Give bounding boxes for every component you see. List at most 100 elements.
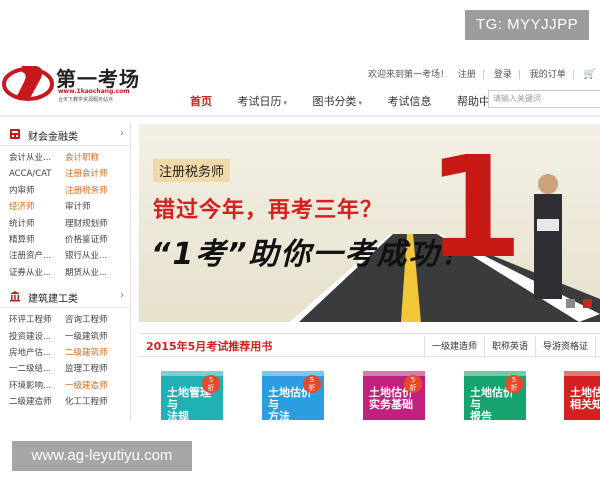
discount-badge: 5 折	[505, 375, 523, 393]
my-order-link[interactable]: 我的订单	[530, 67, 566, 80]
recommend-tab[interactable]: 一级建造师	[424, 336, 484, 358]
category-sidebar: 财会金融类 › 会计从业... 会计职称 ACCA/CAT 注册会计师 内审师 注册税务师 经济…	[0, 123, 131, 420]
category-header[interactable]: 财会金融类 ›	[0, 123, 130, 146]
main-nav: 首页 考试日历 ▾ 图书分类 ▾ 考试信息 帮助中心	[190, 93, 523, 109]
book-title: 土地估价 相关知	[570, 386, 600, 411]
logo-slogan: 合天下教学资源服务站点	[58, 97, 114, 103]
category-link[interactable]: 环境影响...	[9, 378, 51, 394]
category-link[interactable]: 监理工程师	[65, 361, 108, 377]
website-page: 第一考场 www.1kaochang.com 合天下教学资源服务站点 欢迎来到第…	[0, 55, 600, 420]
recommend-bar: 2015年5月考试推荐用书 一级建造师职称英语导游资格证注	[139, 333, 600, 358]
link-row: 精算师 价格鉴证师	[0, 232, 130, 248]
finance-icon	[10, 129, 20, 139]
category-link[interactable]: 经济师	[9, 199, 35, 215]
book-title: 土地管理 与 法规	[167, 386, 211, 421]
discount-badge: 5 折	[202, 375, 220, 393]
banner-headline: 错过今年，再考三年？	[153, 198, 384, 223]
recommend-tab[interactable]: 导游资格证	[535, 336, 595, 358]
nav-home[interactable]: 首页	[190, 93, 212, 109]
nav-exam-info[interactable]: 考试信息	[388, 93, 432, 109]
watermark-url: www.ag-leyutiyu.com	[12, 441, 192, 471]
link-row: 投资建设... 一级建筑师	[0, 329, 130, 345]
category-title: 建筑建工类	[28, 294, 78, 306]
category-link[interactable]: 内审师	[9, 183, 35, 199]
category-link[interactable]: 化工工程师	[65, 394, 108, 410]
promo-banner[interactable]: 注册税务师 错过今年，再考三年？ “1考”助你一考成功！ 1	[139, 124, 600, 322]
slide-indicators	[563, 293, 592, 312]
link-row: 注册资产... 银行从业...	[0, 248, 130, 264]
book-title: 土地估价 与 方法	[268, 386, 312, 421]
chevron-right-icon: ›	[120, 128, 124, 139]
recommend-tabs: 一级建造师职称英语导游资格证注	[424, 334, 600, 358]
category-link[interactable]: 咨询工程师	[65, 312, 108, 328]
link-row: 会计从业... 会计职称	[0, 150, 130, 166]
link-row: 一二级结... 监理工程师	[0, 361, 130, 377]
category-link[interactable]: 会计职称	[65, 150, 99, 166]
chevron-down-icon: ▾	[358, 99, 363, 107]
book-title: 土地估价 与 报告	[470, 386, 514, 421]
recommend-title: 2015年5月考试推荐用书	[146, 340, 273, 353]
category-link[interactable]: 精算师	[9, 232, 35, 248]
link-row: ACCA/CAT 注册会计师	[0, 166, 130, 182]
category-link[interactable]: 房地产估...	[9, 345, 51, 361]
book-cover[interactable]: 土地估价 实务基础 5 折	[363, 371, 425, 420]
top-utility-bar: 欢迎来到第一考场！ 注册| 登录| 我的订单| 🛒 购	[368, 67, 597, 81]
category-link[interactable]: 证券从业...	[9, 265, 51, 281]
banner-subheadline: “1考”助你一考成功！	[151, 237, 473, 272]
link-row: 环评工程师 咨询工程师	[0, 312, 130, 328]
link-row: 房地产估... 二级建筑师	[0, 345, 130, 361]
link-row: 经济师 审计师	[0, 199, 130, 215]
category-link[interactable]: 银行从业...	[65, 248, 107, 264]
book-cover[interactable]: 土地管理 与 法规 5 折	[161, 371, 223, 420]
book-cover[interactable]: 土地估价 与 报告 5 折	[464, 371, 526, 420]
banner-tag: 注册税务师	[153, 159, 231, 182]
category-header[interactable]: 建筑建工类 ›	[0, 285, 130, 309]
category-link[interactable]: 会计从业...	[9, 150, 51, 166]
category-link[interactable]: 一二级结...	[9, 361, 51, 377]
category-link[interactable]: 投资建设...	[9, 329, 51, 345]
cover-band	[564, 371, 600, 376]
category-link[interactable]: 一级建造师	[65, 378, 108, 394]
recommend-tab[interactable]: 注	[595, 336, 600, 358]
header-divider	[0, 115, 600, 117]
category-link[interactable]: 注册税务师	[65, 183, 108, 199]
link-row: 内审师 注册税务师	[0, 183, 130, 199]
category-link[interactable]: 统计师	[9, 216, 35, 232]
nav-book-category[interactable]: 图书分类 ▾	[313, 93, 363, 109]
watermark-tag: TG: MYYJJPP	[465, 10, 589, 40]
link-row: 统计师 理财规划师	[0, 216, 130, 232]
register-link[interactable]: 登录	[494, 67, 512, 80]
category-title: 财会金融类	[28, 132, 78, 143]
category-link[interactable]: 审计师	[65, 199, 91, 215]
category-link[interactable]: 价格鉴证师	[65, 232, 108, 248]
category-link[interactable]: 一级建筑师	[65, 329, 108, 345]
category-link[interactable]: 环评工程师	[9, 312, 52, 328]
logo-icon[interactable]	[2, 62, 54, 102]
discount-badge: 5 折	[303, 375, 321, 393]
category-link[interactable]: 理财规划师	[65, 216, 108, 232]
chevron-right-icon: ›	[120, 290, 124, 302]
slide-dot[interactable]	[565, 299, 575, 308]
link-row: 证券从业... 期货从业...	[0, 265, 130, 281]
category-link[interactable]: 二级建造师	[9, 394, 52, 410]
slide-dot-active[interactable]	[583, 299, 592, 308]
login-link[interactable]: 注册	[458, 67, 476, 80]
link-row: 环境影响... 一级建造师	[0, 378, 130, 394]
search-input[interactable]: 请输入关键词	[488, 90, 600, 108]
chevron-down-icon: ▾	[283, 99, 288, 107]
recommend-tab[interactable]: 职称英语	[484, 336, 535, 358]
category-link[interactable]: 注册资产...	[9, 248, 51, 264]
category-link[interactable]: 注册会计师	[65, 166, 108, 182]
category-link[interactable]: 期货从业...	[65, 265, 107, 281]
link-row: 二级建造师 化工工程师	[0, 394, 130, 410]
category-link[interactable]: ACCA/CAT	[9, 166, 52, 182]
category-link[interactable]: 二级建筑师	[65, 345, 108, 361]
discount-badge: 5 折	[404, 375, 422, 393]
book-cover[interactable]: 土地估价 与 方法 5 折	[262, 371, 324, 420]
building-icon	[10, 291, 20, 302]
nav-exam-calendar[interactable]: 考试日历 ▾	[238, 93, 288, 109]
book-cover[interactable]: 土地估价 相关知5 折	[564, 371, 600, 420]
welcome-text: 欢迎来到第一考场！	[368, 70, 450, 80]
cart-icon[interactable]: 🛒	[584, 70, 596, 80]
book-list: 土地管理 与 法规 5 折土地估价 与 方法 5 折土地估价 实务基础 5 折土地估价…	[139, 371, 600, 420]
